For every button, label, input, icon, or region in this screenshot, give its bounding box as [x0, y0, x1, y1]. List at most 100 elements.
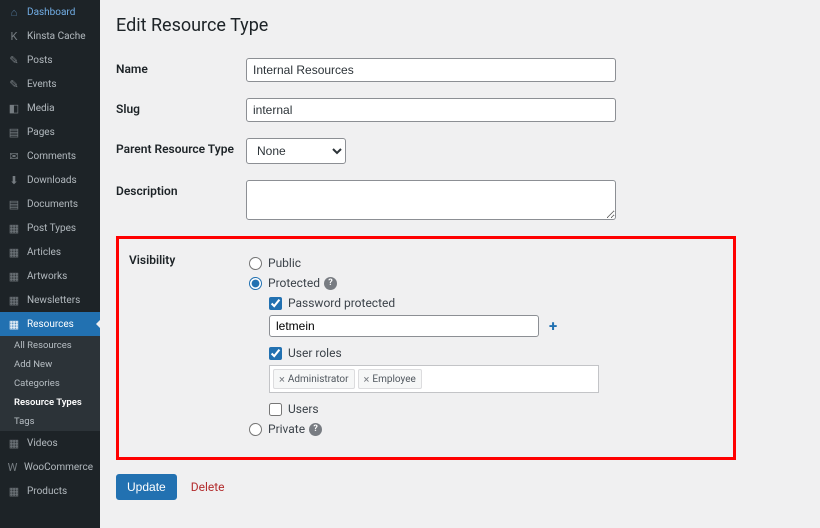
sidebar-subitem-resource-types[interactable]: Resource Types — [0, 393, 100, 412]
slug-label: Slug — [116, 90, 246, 130]
description-label: Description — [116, 172, 246, 232]
document-icon: ▤ — [7, 197, 21, 211]
sidebar-item-documents[interactable]: ▤ Documents — [0, 192, 100, 216]
sidebar-item-events[interactable]: ✎ Events — [0, 72, 100, 96]
pin-icon: ✎ — [7, 53, 21, 67]
sidebar-item-label: Documents — [27, 199, 78, 210]
users-label: Users — [288, 402, 319, 416]
description-textarea[interactable] — [246, 180, 616, 220]
parent-label: Parent Resource Type — [116, 130, 246, 172]
dashboard-icon: ⌂ — [7, 5, 21, 19]
sidebar-item-post-types[interactable]: ▦ Post Types — [0, 216, 100, 240]
help-icon[interactable]: ? — [309, 423, 322, 436]
sidebar-item-label: Videos — [27, 438, 58, 449]
password-row: + — [249, 313, 713, 343]
name-label: Name — [116, 50, 246, 90]
main-content: Edit Resource Type Name Slug Parent Reso… — [100, 0, 820, 528]
sidebar-item-label: Events — [27, 79, 57, 90]
sidebar-item-label: Articles — [27, 247, 61, 258]
name-input[interactable] — [246, 58, 616, 82]
sidebar-item-posts[interactable]: ✎ Posts — [0, 48, 100, 72]
update-button[interactable]: Update — [116, 474, 177, 500]
sidebar-item-label: Resources — [27, 319, 74, 330]
sidebar-item-label: Kinsta Cache — [27, 31, 86, 42]
role-tag-administrator[interactable]: ×Administrator — [273, 369, 355, 389]
sidebar-item-pages[interactable]: ▤ Pages — [0, 120, 100, 144]
visibility-public-label: Public — [268, 256, 301, 270]
grid-icon: ▦ — [7, 436, 21, 450]
sidebar-item-downloads[interactable]: ⬇ Downloads — [0, 168, 100, 192]
sidebar-item-label: WooCommerce — [24, 462, 93, 473]
sidebar-item-products[interactable]: ▦Products — [0, 479, 100, 503]
visibility-protected-row[interactable]: Protected ? — [249, 273, 713, 293]
media-icon: ◧ — [7, 101, 21, 115]
grid-icon: ▦ — [7, 484, 21, 498]
visibility-protected-radio[interactable] — [249, 277, 262, 290]
user-roles-label: User roles — [288, 346, 342, 360]
form-table: Name Slug Parent Resource Type None Desc… — [116, 50, 804, 232]
actions-row: Update Delete — [116, 474, 804, 500]
grid-icon: ▦ — [7, 293, 21, 307]
sidebar-item-kinsta-cache[interactable]: K Kinsta Cache — [0, 24, 100, 48]
user-roles-box[interactable]: ×Administrator ×Employee — [269, 365, 599, 393]
visibility-private-radio[interactable] — [249, 423, 262, 436]
sidebar-subitem-categories[interactable]: Categories — [0, 374, 100, 393]
visibility-protected-label: Protected — [268, 276, 320, 290]
woocommerce-icon: W — [7, 460, 18, 474]
visibility-label: Visibility — [119, 245, 249, 447]
sidebar-item-media[interactable]: ◧ Media — [0, 96, 100, 120]
add-password-button[interactable]: + — [545, 317, 561, 335]
sidebar-item-newsletters[interactable]: ▦ Newsletters — [0, 288, 100, 312]
grid-icon: ▦ — [7, 269, 21, 283]
sidebar-item-label: Media — [27, 103, 55, 114]
parent-select[interactable]: None — [246, 138, 346, 164]
help-icon[interactable]: ? — [324, 277, 337, 290]
sidebar-item-resources[interactable]: ▦ Resources — [0, 312, 100, 336]
grid-icon: ▦ — [7, 245, 21, 259]
sidebar-subitem-all-resources[interactable]: All Resources — [0, 336, 100, 355]
sidebar-item-articles[interactable]: ▦ Articles — [0, 240, 100, 264]
admin-sidebar: ⌂Dashboard KKinsta Cache ✎Posts ✎Events … — [0, 0, 100, 528]
sidebar-item-comments[interactable]: ✉Comments — [0, 144, 100, 168]
role-tag-employee[interactable]: ×Employee — [358, 369, 422, 389]
sidebar-item-label: Pages — [27, 127, 55, 138]
sidebar-item-label: Dashboard — [27, 7, 75, 18]
sidebar-subitem-add-new[interactable]: Add New — [0, 355, 100, 374]
sidebar-subitem-tags[interactable]: Tags — [0, 412, 100, 431]
user-roles-checkbox[interactable] — [269, 347, 282, 360]
visibility-table: Visibility Public Protected ? Password p… — [119, 245, 723, 447]
password-protected-label: Password protected — [288, 296, 395, 310]
sidebar-item-label: Newsletters — [27, 295, 80, 306]
visibility-public-row[interactable]: Public — [249, 253, 713, 273]
users-checkbox[interactable] — [269, 403, 282, 416]
remove-icon[interactable]: × — [279, 373, 285, 386]
password-protected-row[interactable]: Password protected — [249, 293, 713, 313]
visibility-public-radio[interactable] — [249, 257, 262, 270]
download-icon: ⬇ — [7, 173, 21, 187]
grid-icon: ▦ — [7, 221, 21, 235]
sidebar-item-videos[interactable]: ▦ Videos — [0, 431, 100, 455]
visibility-private-row[interactable]: Private ? — [249, 419, 713, 439]
sidebar-item-label: Downloads — [27, 175, 77, 186]
visibility-private-label: Private — [268, 422, 305, 436]
page-icon: ▤ — [7, 125, 21, 139]
remove-icon[interactable]: × — [364, 373, 370, 386]
delete-link[interactable]: Delete — [191, 480, 225, 494]
sidebar-item-label: Artworks — [27, 271, 67, 282]
sidebar-item-woocommerce[interactable]: W WooCommerce — [0, 455, 100, 479]
slug-input[interactable] — [246, 98, 616, 122]
visibility-highlight-box: Visibility Public Protected ? Password p… — [116, 236, 736, 460]
users-row[interactable]: Users — [249, 399, 713, 419]
comment-icon: ✉ — [7, 149, 21, 163]
grid-icon: ▦ — [7, 317, 21, 331]
page-title: Edit Resource Type — [116, 15, 804, 36]
user-roles-row[interactable]: User roles — [249, 343, 713, 363]
sidebar-item-dashboard[interactable]: ⌂ Dashboard — [0, 0, 100, 24]
password-protected-checkbox[interactable] — [269, 297, 282, 310]
sidebar-item-artworks[interactable]: ▦ Artworks — [0, 264, 100, 288]
sidebar-item-label: Post Types — [27, 223, 76, 234]
kinsta-icon: K — [7, 29, 21, 43]
password-input[interactable] — [269, 315, 539, 337]
sidebar-item-label: Posts — [27, 55, 53, 66]
pin-icon: ✎ — [7, 77, 21, 91]
